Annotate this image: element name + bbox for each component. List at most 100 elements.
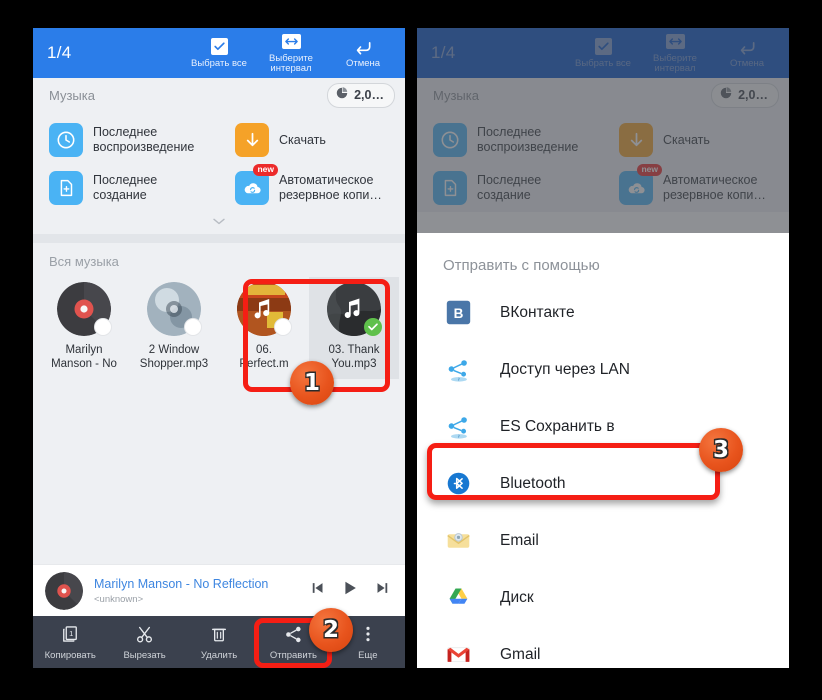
share-item-label: ВКонтакте: [500, 303, 575, 321]
share-item-drive[interactable]: Диск: [417, 569, 789, 626]
share-item-lan[interactable]: ♪ Доступ через LAN: [417, 341, 789, 398]
undo-arrow-icon: [351, 37, 375, 57]
all-music-title: Вся музыка: [49, 254, 119, 269]
skip-previous-icon[interactable]: [309, 579, 327, 602]
overflow-dots-icon: [358, 624, 378, 645]
select-all-button-dimmed: Выбрать все: [567, 28, 639, 78]
svg-text:B: B: [453, 306, 463, 321]
share-icon: [283, 624, 304, 645]
shortcut-label: Последнее создание: [93, 173, 158, 202]
music-section-header: Музыка 2,0…: [33, 78, 405, 112]
delete-button[interactable]: Удалить: [182, 616, 256, 668]
select-range-label: Выберите интервал: [269, 52, 313, 74]
shortcut-label: Автоматическое резервное копи…: [663, 173, 766, 202]
album-art: [147, 282, 202, 336]
select-radio[interactable]: [274, 318, 292, 336]
copy-button[interactable]: 1 Копировать: [33, 616, 107, 668]
share-item-vkontakte[interactable]: B ВКонтакте: [417, 284, 789, 341]
delete-label: Удалить: [200, 649, 238, 661]
music-tile[interactable]: Marilyn Manson - No: [39, 277, 129, 379]
shortcuts-grid: Последнее воспроизведение Скачать Послед…: [33, 112, 405, 234]
storage-size-value: 2,0…: [738, 88, 768, 102]
shortcut-recent-created-dimmed: Последнее создание: [417, 164, 603, 212]
shortcut-label: Последнее воспроизведение: [477, 125, 579, 154]
right-phone-panel: 1/4 Выбрать все Выберите интервал Отмена…: [417, 28, 789, 668]
now-playing-bar[interactable]: Marilyn Manson - No Reflection <unknown>: [33, 564, 405, 616]
all-music-section: Вся музыка Marilyn Manson - No 2 Window …: [33, 243, 405, 379]
shortcuts-grid-dimmed: Последнее воспроизведение Скачать Послед…: [417, 112, 789, 212]
skip-next-icon[interactable]: [373, 579, 391, 602]
expand-shortcuts-button[interactable]: [33, 212, 405, 234]
album-art: [327, 282, 382, 336]
shortcut-downloads[interactable]: Скачать: [219, 116, 405, 164]
cut-button[interactable]: Вырезать: [107, 616, 181, 668]
share-item-label: ES Сохранить в: [500, 417, 615, 435]
undo-arrow-icon: [735, 37, 759, 57]
share-item-label: Gmail: [500, 645, 541, 663]
share-item-email[interactable]: Email: [417, 512, 789, 569]
select-all-label: Выбрать все: [191, 57, 247, 69]
select-radio[interactable]: [94, 318, 112, 336]
shortcut-recent-played-dimmed: Последнее воспроизведение: [417, 116, 603, 164]
shortcut-recent-created[interactable]: Последнее создание: [33, 164, 219, 212]
range-arrows-icon: [665, 32, 685, 52]
more-label: Еще: [358, 649, 378, 661]
shortcut-recent-played[interactable]: Последнее воспроизведение: [33, 116, 219, 164]
share-item-label: Bluetooth: [500, 474, 566, 492]
new-file-icon: [433, 171, 467, 205]
new-badge: new: [253, 164, 278, 176]
now-playing-text: Marilyn Manson - No Reflection <unknown>: [83, 577, 309, 605]
copy-label: Копировать: [44, 649, 96, 661]
now-playing-title: Marilyn Manson - No Reflection: [94, 576, 269, 591]
music-tiles: Marilyn Manson - No 2 Window Shopper.mp3…: [33, 277, 405, 379]
es-share-icon: ♪: [443, 355, 473, 385]
copy-icon: 1: [60, 624, 80, 645]
cancel-button[interactable]: Отмена: [327, 28, 399, 78]
shortcut-label: Автоматическое резервное копи…: [279, 173, 382, 202]
scissors-icon: [134, 624, 155, 645]
playback-controls: [309, 578, 395, 603]
selection-count: 1/4: [431, 43, 456, 62]
bluetooth-icon: [443, 469, 473, 499]
select-all-label: Выбрать все: [575, 57, 631, 69]
share-item-label: Диск: [500, 588, 534, 606]
shortcut-label: Последнее воспроизведение: [93, 125, 195, 154]
clock-icon: [49, 123, 83, 157]
select-range-button[interactable]: Выберите интервал: [255, 28, 327, 78]
gmail-icon: [443, 640, 473, 669]
screenshot-stage: 1/4 Выбрать все Выберите интервал Отмена…: [0, 0, 822, 700]
select-all-button[interactable]: Выбрать все: [183, 28, 255, 78]
new-badge: new: [637, 164, 662, 176]
select-radio-checked[interactable]: [364, 318, 382, 336]
storage-size-badge: 2,0…: [711, 82, 779, 108]
shortcut-auto-backup[interactable]: new Автоматическое резервное копи…: [219, 164, 405, 212]
share-item-label: Email: [500, 531, 539, 549]
music-tile[interactable]: 06. Perfect.m: [219, 277, 309, 379]
play-icon[interactable]: [340, 578, 360, 603]
checkbox-checked-icon: [210, 37, 228, 57]
trash-icon: [209, 624, 229, 645]
svg-text:♪: ♪: [458, 433, 461, 439]
music-tile-name: Marilyn Manson - No: [51, 344, 117, 370]
storage-size-badge[interactable]: 2,0…: [327, 82, 395, 108]
music-tile[interactable]: 2 Window Shopper.mp3: [129, 277, 219, 379]
email-envelope-icon: [443, 526, 473, 556]
album-art: [237, 282, 292, 336]
selection-count: 1/4: [47, 43, 72, 62]
cancel-button-dimmed: Отмена: [711, 28, 783, 78]
music-tile-name: 2 Window Shopper.mp3: [139, 344, 209, 370]
selection-appbar-dimmed: 1/4 Выбрать все Выберите интервал Отмена: [417, 28, 789, 78]
pie-chart-icon: [719, 86, 733, 105]
range-arrows-icon: [281, 32, 301, 52]
now-playing-art: [45, 571, 83, 610]
step-badge-1: 1: [290, 361, 334, 405]
music-section-title: Музыка: [49, 87, 95, 103]
share-item-gmail[interactable]: Gmail: [417, 626, 789, 668]
select-range-button-dimmed: Выберите интервал: [639, 28, 711, 78]
left-phone-panel: 1/4 Выбрать все Выберите интервал Отмена…: [33, 28, 405, 668]
new-file-icon: [49, 171, 83, 205]
clock-icon: [433, 123, 467, 157]
select-radio[interactable]: [184, 318, 202, 336]
music-section-header-dimmed: Музыка 2,0…: [417, 78, 789, 112]
now-playing-artist: <unknown>: [94, 593, 144, 605]
